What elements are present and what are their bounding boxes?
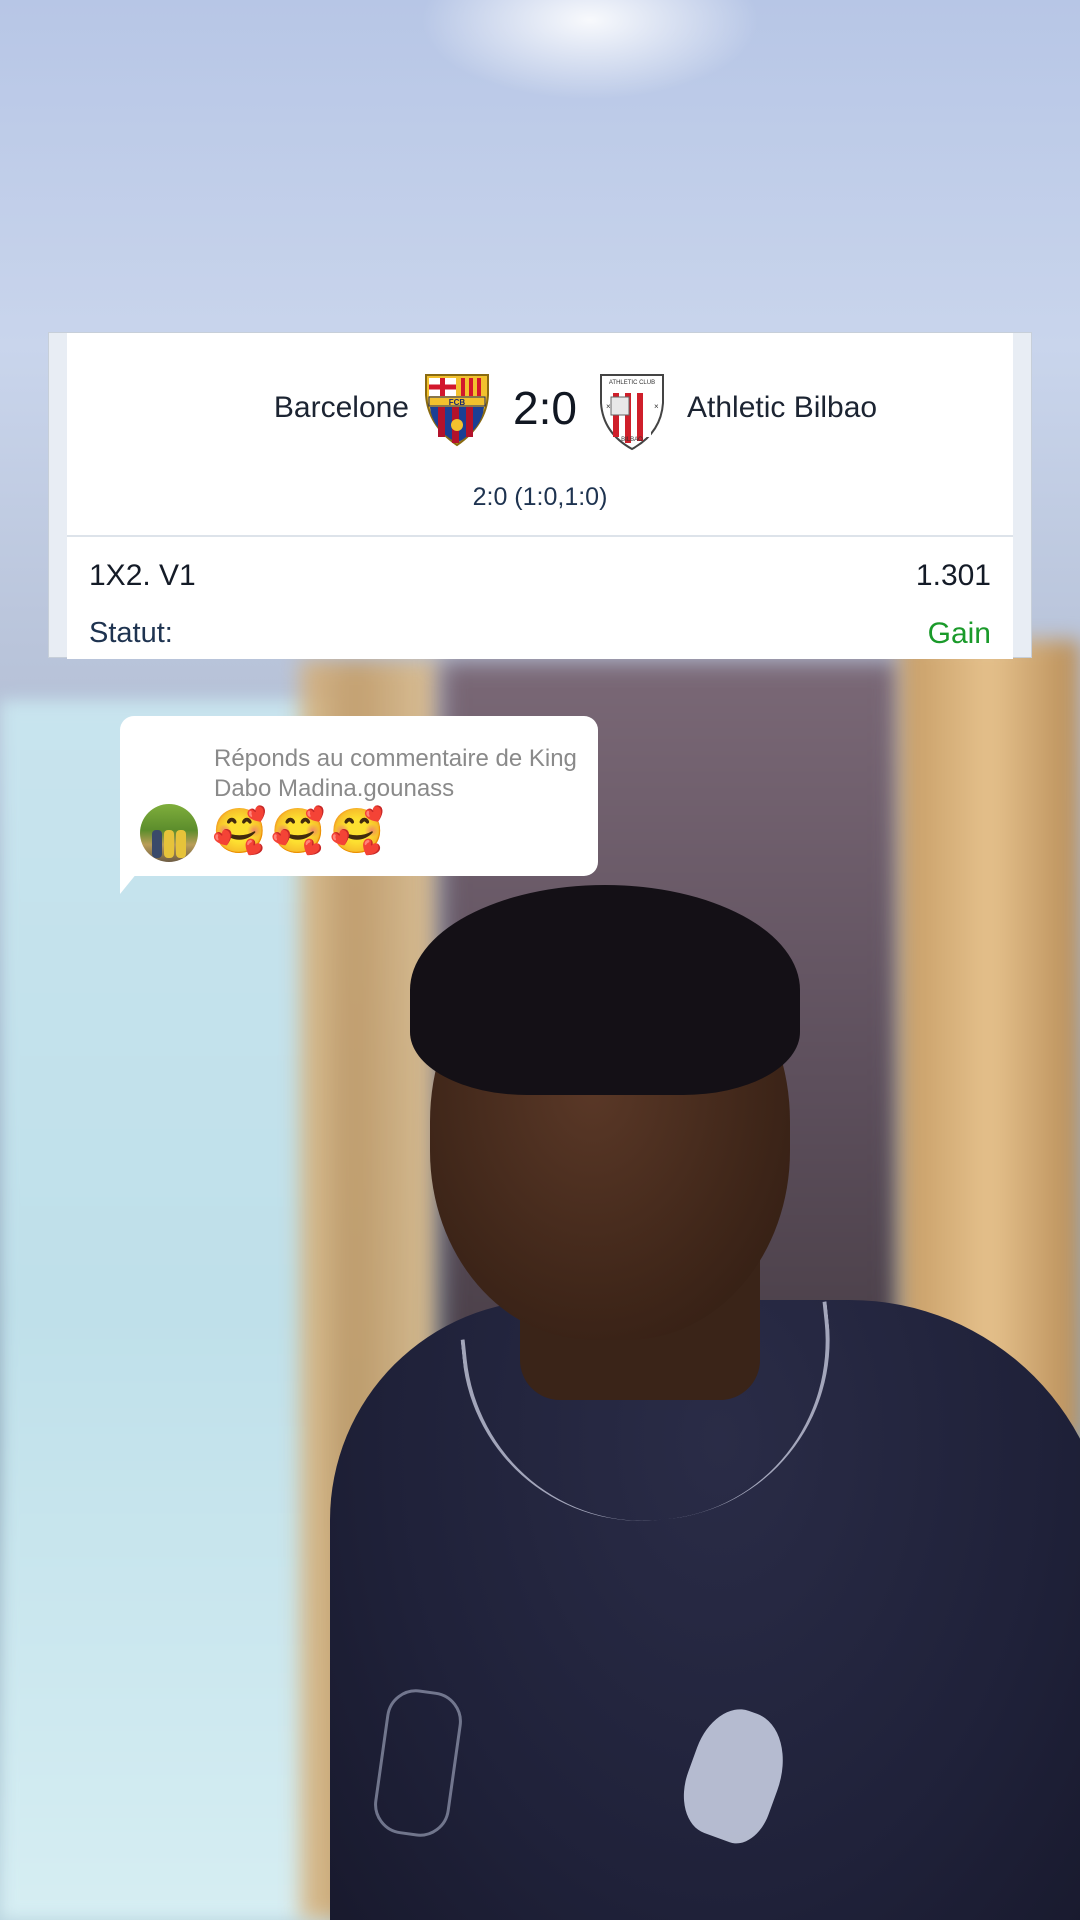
match-row: Barcelone FCB 2:0 ATHLETIC CLUB × × BILB… (67, 369, 1013, 451)
svg-text:×: × (654, 402, 659, 411)
bet-card-body: Barcelone FCB 2:0 ATHLETIC CLUB × × BILB… (67, 333, 1013, 659)
ceiling-light (420, 0, 760, 100)
avatar-figure (164, 830, 174, 858)
svg-text:FCB: FCB (449, 398, 466, 407)
user-avatar[interactable] (140, 804, 198, 862)
bet-card: Barcelone FCB 2:0 ATHLETIC CLUB × × BILB… (48, 332, 1032, 659)
svg-text:×: × (606, 402, 611, 411)
reply-title: Réponds au commentaire de King Dabo Madi… (214, 745, 577, 802)
svg-text:ATHLETIC CLUB: ATHLETIC CLUB (609, 380, 655, 386)
reply-comment-text: 🥰🥰🥰 (212, 807, 389, 856)
video-frame: Barcelone FCB 2:0 ATHLETIC CLUB × × BILB… (0, 0, 1080, 1920)
athletic-bilbao-crest-icon: ATHLETIC CLUB × × BILBAO (600, 374, 664, 451)
status-label: Statut: (89, 617, 173, 649)
score-detail: 2:0 (1:0,1:0) (472, 483, 608, 511)
person-hair (410, 885, 800, 1095)
avatar-figure (176, 830, 186, 858)
bet-odds: 1.301 (915, 559, 991, 592)
match-score: 2:0 (513, 382, 577, 434)
barcelona-crest-icon: FCB (425, 374, 489, 447)
card-divider (67, 535, 1013, 537)
background-wall (0, 700, 330, 1920)
status-value: Gain (927, 617, 991, 650)
svg-text:BILBAO: BILBAO (621, 437, 643, 443)
home-team-name: Barcelone (273, 391, 409, 424)
away-team-name: Athletic Bilbao (687, 391, 878, 424)
bet-market: 1X2. V1 (89, 559, 196, 592)
avatar-figure (152, 830, 162, 858)
reply-sticker-tail (120, 862, 146, 894)
